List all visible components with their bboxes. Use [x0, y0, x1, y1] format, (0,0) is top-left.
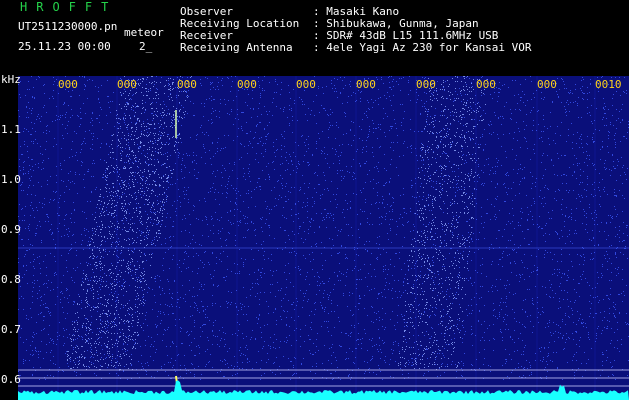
- x-tick-label: 000: [177, 78, 197, 91]
- counter: 2_: [139, 40, 153, 53]
- x-tick-label: 000: [296, 78, 316, 91]
- x-tick-label: 0010: [595, 78, 622, 91]
- x-tick-label: 000: [416, 78, 436, 91]
- x-tick-label: 000: [58, 78, 78, 91]
- file-name: UT2511230000.pn: [18, 20, 118, 33]
- y-tick-label: 1.0: [1, 173, 21, 186]
- y-tick-label: 0.7: [1, 323, 21, 336]
- x-tick-label: 000: [476, 78, 496, 91]
- x-tick-label: 000: [117, 78, 137, 91]
- x-tick-label: 000: [356, 78, 376, 91]
- y-tick-label: 0.8: [1, 273, 21, 286]
- y-tick-label: 0.9: [1, 223, 21, 236]
- header-panel: HROFFT UT2511230000.pn meteor 25.11.23 0…: [0, 0, 629, 76]
- y-axis-unit: kHz: [1, 73, 21, 86]
- app-brand: HROFFT: [20, 0, 118, 14]
- info-label-antenna: Receiving Antenna: [180, 41, 293, 54]
- mode-label: meteor: [124, 26, 164, 39]
- y-tick-label: 0.6: [1, 373, 21, 386]
- info-value-antenna: : 4ele Yagi Az 230 for Kansai VOR: [313, 41, 532, 54]
- y-tick-label: 1.1: [1, 123, 21, 136]
- x-tick-label: 000: [537, 78, 557, 91]
- date-time: 25.11.23 00:00: [18, 40, 111, 53]
- spectrogram: [18, 76, 629, 400]
- x-tick-label: 000: [237, 78, 257, 91]
- spectrogram-canvas: [18, 76, 629, 400]
